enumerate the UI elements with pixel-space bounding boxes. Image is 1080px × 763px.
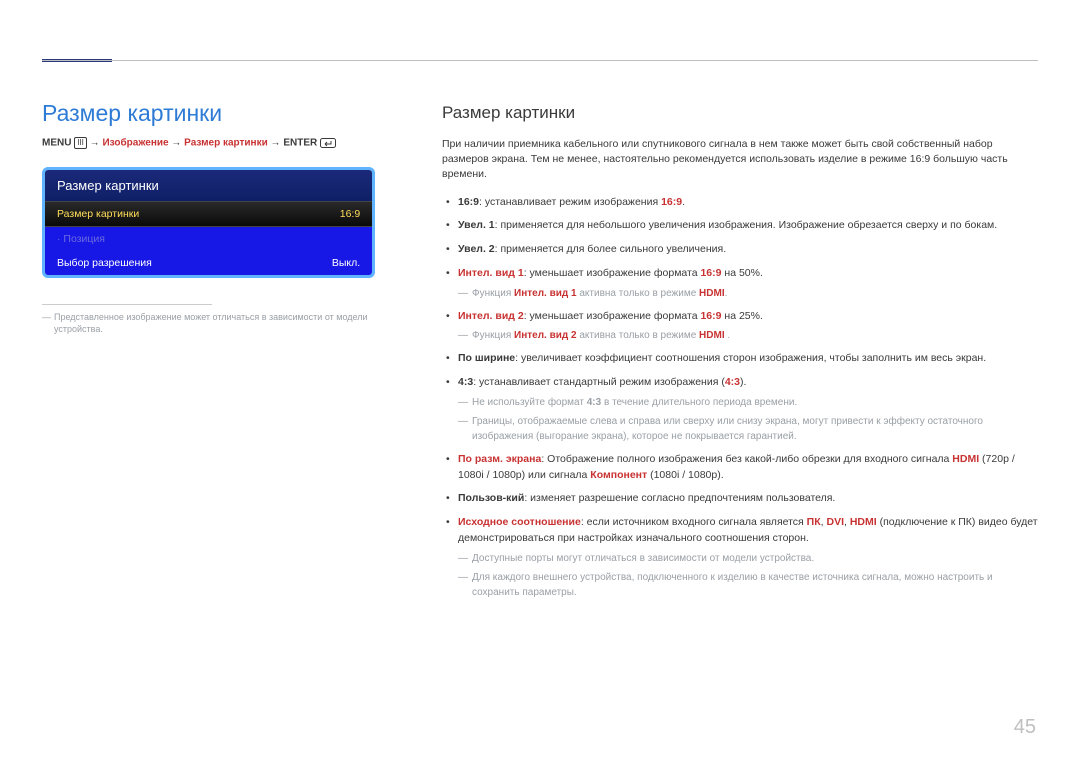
osd-row[interactable]: Позиция <box>45 227 372 251</box>
osd-row-label: Выбор разрешения <box>57 257 152 269</box>
subsection-title: Размер картинки <box>442 103 1038 123</box>
list-item-note: Границы, отображаемые слева и справа или… <box>472 414 1038 444</box>
list-item-note: Для каждого внешнего устройства, подключ… <box>472 570 1038 600</box>
page-number: 45 <box>1014 716 1036 739</box>
osd-row[interactable]: Выбор разрешения Выкл. <box>45 251 372 275</box>
menu-path: MENU III → Изображение → Размер картинки… <box>42 137 382 149</box>
path-enter: ENTER <box>283 138 317 149</box>
osd-row-label: Позиция <box>57 233 105 245</box>
list-item-note: Не используйте формат 4:3 в течение длит… <box>472 395 1038 410</box>
osd-row-value: 16:9 <box>340 208 360 220</box>
osd-body: Размер картинки 16:9 Позиция Выбор разрешен… <box>45 201 372 275</box>
intro-text: При наличии приемника кабельного или спу… <box>442 137 1038 183</box>
list-item: 16:9: устанавливает режим изображения 16… <box>458 195 1038 211</box>
list-item: Интел. вид 2: уменьшает изображение форм… <box>458 309 1038 344</box>
footnote: Представленное изображение может отличат… <box>42 311 382 335</box>
enter-icon <box>320 138 336 149</box>
divider <box>42 304 212 305</box>
osd-row-value: Выкл. <box>332 257 360 269</box>
list-item: По разм. экрана: Отображение полного изо… <box>458 452 1038 484</box>
list-item: По ширине: увеличивает коэффициент соотн… <box>458 351 1038 367</box>
path-step: Изображение <box>102 138 168 149</box>
list-item-note: Функция Интел. вид 2 активна только в ре… <box>472 328 1038 343</box>
list-item: Увел. 2: применяется для более сильного … <box>458 242 1038 258</box>
menu-icon: III <box>74 137 87 149</box>
section-title: Размер картинки <box>42 100 382 127</box>
list-item: Исходное соотношение: если источником вх… <box>458 515 1038 600</box>
osd-row[interactable]: Размер картинки 16:9 <box>45 201 372 227</box>
list-item-note: Функция Интел. вид 1 активна только в ре… <box>472 286 1038 301</box>
osd-row-label: Размер картинки <box>57 208 139 220</box>
osd-header: Размер картинки <box>45 170 372 201</box>
list-item: Пользов-кий: изменяет разрешение согласн… <box>458 491 1038 507</box>
list-item: Увел. 1: применяется для небольшого увел… <box>458 218 1038 234</box>
body-list: 16:9: устанавливает режим изображения 16… <box>442 195 1038 600</box>
path-menu: MENU <box>42 138 71 149</box>
list-item: Интел. вид 1: уменьшает изображение форм… <box>458 266 1038 301</box>
header-rule <box>42 60 1038 61</box>
list-item: 4:3: устанавливает стандартный режим изо… <box>458 375 1038 444</box>
list-item-note: Доступные порты могут отличаться в завис… <box>472 551 1038 566</box>
osd-panel: Размер картинки Размер картинки 16:9 Позиц… <box>42 167 375 278</box>
path-step: Размер картинки <box>184 138 268 149</box>
